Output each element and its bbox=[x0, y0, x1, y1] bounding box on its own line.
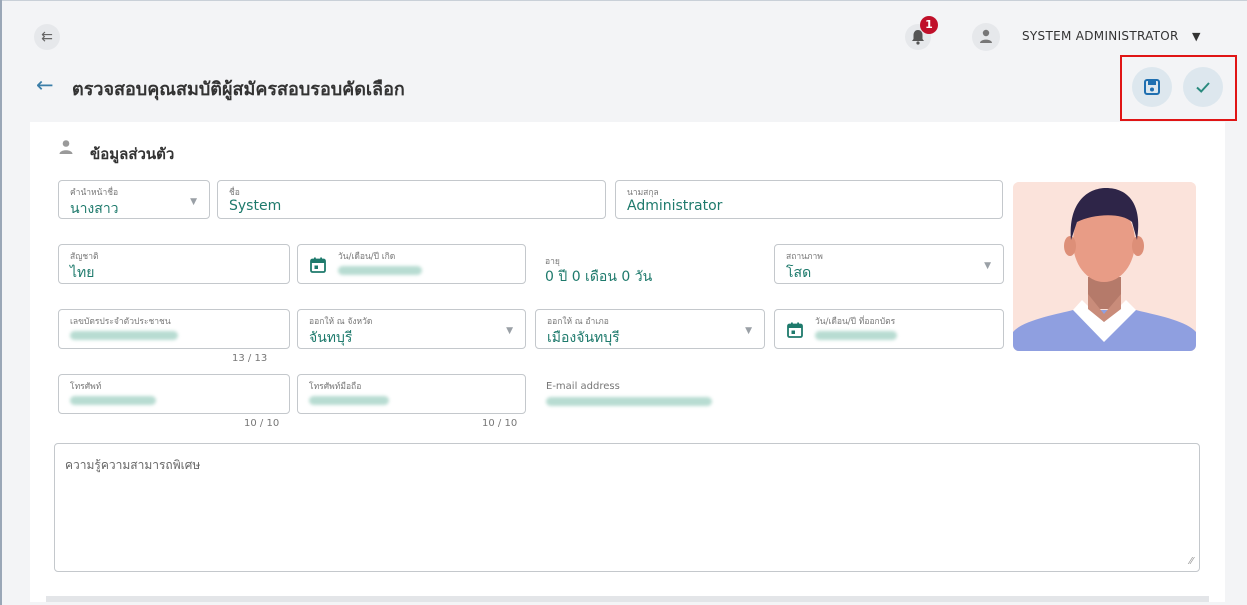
issue-province-value: จันทบุรี bbox=[309, 330, 353, 346]
special-skills-textarea[interactable]: ความรู้ความสามารถพิเศษ ⁄⁄ bbox=[54, 443, 1200, 572]
user-name[interactable]: SYSTEM ADMINISTRATOR bbox=[1022, 29, 1179, 43]
back-arrow-icon[interactable]: ← bbox=[36, 73, 54, 97]
birth-date-field[interactable]: วัน/เดือน/ปี เกิด bbox=[297, 244, 526, 284]
last-name-field[interactable]: นามสกุล Administrator bbox=[615, 180, 1003, 219]
last-name-value: Administrator bbox=[627, 198, 723, 214]
person-icon bbox=[59, 140, 73, 154]
save-button[interactable] bbox=[1132, 67, 1172, 107]
user-avatar[interactable] bbox=[972, 23, 1000, 51]
mobile-field[interactable]: โทรศัพท์มือถือ bbox=[297, 374, 526, 414]
top-bar: ⇇ 1 SYSTEM ADMINISTRATOR ▼ bbox=[2, 0, 1247, 70]
age-value: 0 ปี 0 เดือน 0 วัน bbox=[545, 269, 653, 285]
prefix-select[interactable]: คำนำหน้าชื่อ นางสาว ▼ bbox=[58, 180, 210, 219]
mobile-value-redacted bbox=[309, 392, 389, 408]
chevron-down-icon: ▼ bbox=[190, 197, 197, 207]
email-label: E-mail address bbox=[546, 381, 620, 392]
email-value-redacted bbox=[546, 393, 712, 409]
first-name-label: ชื่อ bbox=[229, 188, 240, 198]
last-name-label: นามสกุล bbox=[627, 188, 659, 198]
user-menu-chevron-down-icon[interactable]: ▼ bbox=[1192, 30, 1200, 43]
issue-province-label: ออกให้ ณ จังหวัด bbox=[309, 317, 373, 327]
phone-counter: 10 / 10 bbox=[244, 418, 280, 429]
mobile-counter: 10 / 10 bbox=[482, 418, 518, 429]
notification-badge: 1 bbox=[920, 16, 938, 34]
id-card-field[interactable]: เลขบัตรประจำตัวประชาชน bbox=[58, 309, 290, 349]
prefix-label: คำนำหน้าชื่อ bbox=[70, 188, 119, 198]
mobile-label: โทรศัพท์มือถือ bbox=[309, 382, 362, 392]
issue-district-value: เมืองจันทบุรี bbox=[547, 330, 620, 346]
id-card-counter: 13 / 13 bbox=[232, 353, 268, 364]
id-card-label: เลขบัตรประจำตัวประชาชน bbox=[70, 317, 171, 327]
avatar-illustration bbox=[1013, 182, 1196, 351]
chevron-down-icon: ▼ bbox=[984, 261, 991, 271]
chevron-down-icon: ▼ bbox=[745, 326, 752, 336]
calendar-icon bbox=[787, 322, 803, 338]
phone-value-redacted bbox=[70, 392, 156, 408]
collapse-menu-icon[interactable]: ⇇ bbox=[34, 24, 60, 50]
marital-status-value: โสด bbox=[786, 265, 812, 281]
scroll-hint-bar bbox=[46, 596, 1209, 602]
check-icon bbox=[1196, 82, 1210, 93]
nationality-label: สัญชาติ bbox=[70, 252, 99, 262]
save-icon bbox=[1144, 79, 1160, 95]
window-left-border bbox=[0, 0, 2, 605]
issue-province-select[interactable]: ออกให้ ณ จังหวัด จันทบุรี ▼ bbox=[297, 309, 526, 349]
issue-district-select[interactable]: ออกให้ ณ อำเภอ เมืองจันทบุรี ▼ bbox=[535, 309, 765, 349]
user-icon bbox=[980, 29, 992, 43]
phone-field[interactable]: โทรศัพท์ bbox=[58, 374, 290, 414]
applicant-photo bbox=[1013, 182, 1196, 351]
chevron-down-icon: ▼ bbox=[506, 326, 513, 336]
calendar-icon bbox=[310, 257, 326, 273]
birth-date-label: วัน/เดือน/ปี เกิด bbox=[338, 252, 396, 262]
first-name-field[interactable]: ชื่อ System bbox=[217, 180, 606, 219]
issue-district-label: ออกให้ ณ อำเภอ bbox=[547, 317, 609, 327]
confirm-button[interactable] bbox=[1183, 67, 1223, 107]
first-name-value: System bbox=[229, 198, 282, 214]
marital-status-select[interactable]: สถานภาพ โสด ▼ bbox=[774, 244, 1004, 284]
prefix-value: นางสาว bbox=[70, 201, 119, 217]
issue-date-field[interactable]: วัน/เดือน/ปี ที่ออกบัตร bbox=[774, 309, 1004, 349]
id-card-value-redacted bbox=[70, 327, 178, 343]
resize-grip-icon[interactable]: ⁄⁄ bbox=[1190, 556, 1193, 567]
issue-date-value-redacted bbox=[815, 327, 897, 343]
nationality-value: ไทย bbox=[70, 265, 95, 281]
page-title: ตรวจสอบคุณสมบัติผู้สมัครสอบรอบคัดเลือก bbox=[72, 79, 405, 100]
section-title: ข้อมูลส่วนตัว bbox=[90, 145, 175, 163]
birth-date-value-redacted bbox=[338, 262, 422, 278]
phone-label: โทรศัพท์ bbox=[70, 382, 102, 392]
marital-status-label: สถานภาพ bbox=[786, 252, 823, 262]
issue-date-label: วัน/เดือน/ปี ที่ออกบัตร bbox=[815, 317, 896, 327]
nationality-field[interactable]: สัญชาติ ไทย bbox=[58, 244, 290, 284]
special-skills-placeholder: ความรู้ความสามารถพิเศษ bbox=[65, 458, 201, 472]
